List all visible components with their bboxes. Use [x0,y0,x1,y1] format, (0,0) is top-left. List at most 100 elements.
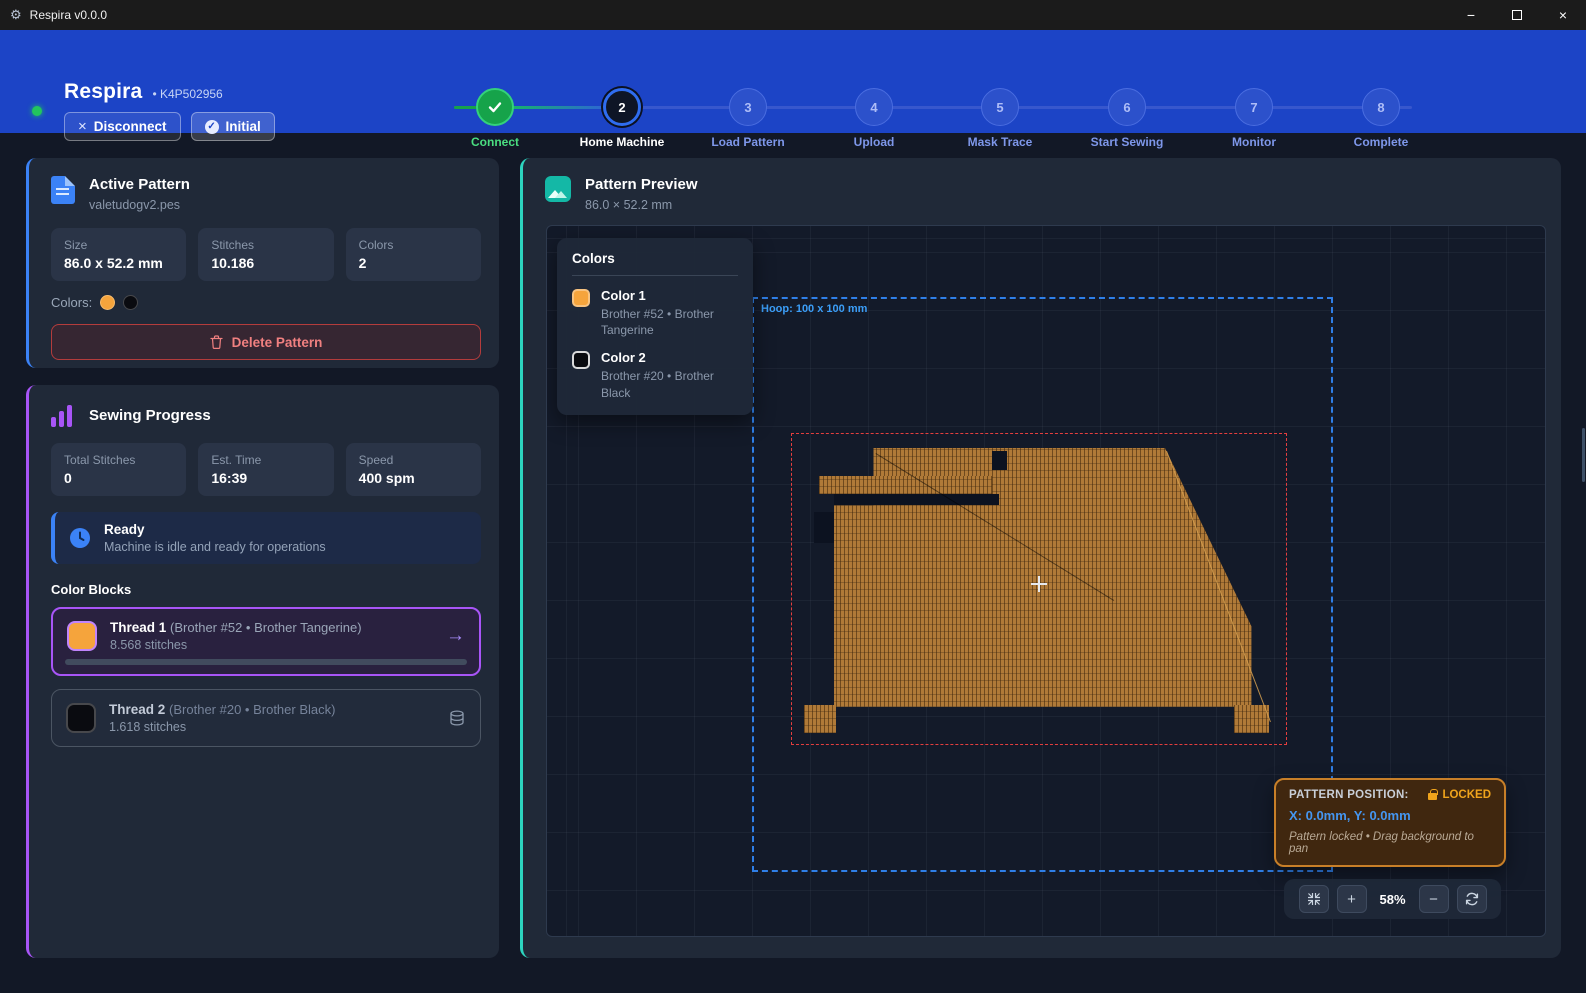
step-label: Mask Trace [945,135,1055,149]
delete-pattern-button[interactable]: Delete Pattern [51,324,481,360]
lock-icon [1428,793,1437,800]
pattern-position-label: PATTERN POSITION: [1289,789,1409,801]
colors-overlay-title: Colors [572,251,738,276]
step-label: Home Machine [567,135,677,149]
stat-value: 86.0 x 52.2 mm [64,255,173,271]
colors-label: Colors: [51,295,92,310]
hoop-label: Hoop: 100 x 100 mm [761,303,867,315]
window-controls: − × [1448,0,1586,30]
color-item-2: Color 2 Brother #20 • Brother Black [572,350,738,400]
stat-value: 0 [64,470,173,486]
thread-block-1[interactable]: Thread 1 (Brother #52 • Brother Tangerin… [51,607,481,676]
stitch-left-foot [804,705,836,733]
scrollbar-thumb[interactable] [1582,428,1585,482]
stepper-step-complete[interactable]: 8 Complete [1326,88,1436,149]
fit-view-button[interactable] [1299,885,1329,913]
app-icon: ⚙ [10,7,22,23]
step-number: 2 [603,88,641,126]
status-title: Ready [104,522,326,537]
stat-total-stitches: Total Stitches 0 [51,443,186,496]
step-number: 7 [1235,88,1273,126]
status-description: Machine is idle and ready for operations [104,540,326,554]
stat-est-time: Est. Time 16:39 [198,443,333,496]
active-pattern-card: Active Pattern valetudogv2.pes Size 86.0… [26,158,499,368]
active-pattern-title: Active Pattern [89,176,190,193]
color-item-1: Color 1 Brother #52 • Brother Tangerine [572,288,738,338]
stitch-right-foot [1234,705,1269,733]
color-swatch-tangerine [100,295,115,310]
color-swatch-black [123,295,138,310]
thread2-name: Thread 2 (Brother #20 • Brother Black) [109,702,335,717]
stepper-step-load-pattern[interactable]: 3 Load Pattern [693,88,803,149]
app-window: ⚙ Respira v0.0.0 − × Respira • K4P502956… [0,0,1586,993]
stat-value: 2 [359,255,468,271]
color2-name: Color 2 [601,350,738,365]
pattern-lock-hint: Pattern locked • Drag background to pan [1289,831,1491,855]
zoom-out-button[interactable]: − [1419,885,1449,913]
maximize-icon [1512,10,1522,20]
step-label: Load Pattern [693,135,803,149]
stat-label: Stitches [211,238,320,252]
image-icon [545,176,571,202]
step-number: 5 [981,88,1019,126]
stepper-step-upload[interactable]: 4 Upload [819,88,929,149]
color2-description: Brother #20 • Brother Black [601,368,738,400]
stitch-dark-blob [814,512,834,543]
step-label: Connect [440,135,550,149]
stat-value: 10.186 [211,255,320,271]
step-label: Monitor [1199,135,1309,149]
stitch-dark-notch [992,451,1007,470]
stat-value: 400 spm [359,470,468,486]
thread1-name: Thread 1 (Brother #52 • Brother Tangerin… [110,620,362,635]
pattern-position-overlay: PATTERN POSITION: LOCKED X: 0.0mm, Y: 0.… [1274,778,1506,867]
thread2-stitches: 1.618 stitches [109,720,335,734]
minimize-button[interactable]: − [1448,0,1494,30]
stepper-step-home-machine[interactable]: 2 Home Machine [567,88,677,149]
stat-stitches: Stitches 10.186 [198,228,333,281]
locked-badge: LOCKED [1428,789,1491,801]
pattern-filename: valetudogv2.pes [89,198,190,212]
sewing-stats: Total Stitches 0 Est. Time 16:39 Speed 4… [29,427,499,496]
app-title: Respira v0.0.0 [30,8,107,22]
app-header: Respira • K4P502956 × Disconnect ✓ Initi… [0,30,1586,133]
file-icon [51,176,75,204]
zoom-in-button[interactable]: + [1337,885,1367,913]
titlebar: ⚙ Respira v0.0.0 − × [0,0,1586,30]
pattern-dimensions: 86.0 × 52.2 mm [585,198,698,212]
step-label: Upload [819,135,929,149]
pattern-preview-title: Pattern Preview [585,176,698,193]
maximize-button[interactable] [1494,0,1540,30]
stat-label: Colors [359,238,468,252]
machine-status-banner: Ready Machine is idle and ready for oper… [51,512,481,564]
zoom-toolbar: + 58% − [1284,879,1501,919]
color1-description: Brother #52 • Brother Tangerine [601,306,738,338]
stepper-step-monitor[interactable]: 7 Monitor [1199,88,1309,149]
stitch-dark-bar [834,494,999,505]
workflow-stepper: Connect 2 Home Machine 3 Load Pattern 4 … [0,30,1586,133]
thread1-stitches: 8.568 stitches [110,638,362,652]
stepper-step-start-sewing[interactable]: 6 Start Sewing [1072,88,1182,149]
bar-chart-icon [51,403,75,427]
pattern-coordinates: X: 0.0mm, Y: 0.0mm [1289,808,1491,823]
sewing-progress-card: Sewing Progress Total Stitches 0 Est. Ti… [26,385,499,958]
color-blocks-label: Color Blocks [29,564,499,597]
stitch-left-bar [819,476,992,495]
reset-view-button[interactable] [1457,885,1487,913]
stat-speed: Speed 400 spm [346,443,481,496]
stat-colors: Colors 2 [346,228,481,281]
delete-pattern-label: Delete Pattern [232,335,323,350]
pattern-boundary[interactable] [791,433,1287,745]
layers-stack-icon [448,709,466,727]
preview-canvas[interactable]: Hoop: 100 x 100 mm Colors [546,225,1546,937]
stat-label: Total Stitches [64,453,173,467]
close-button[interactable]: × [1540,0,1586,30]
stepper-step-mask-trace[interactable]: 5 Mask Trace [945,88,1055,149]
arrow-right-icon: → [446,625,465,647]
pattern-preview-panel: Pattern Preview 86.0 × 52.2 mm Hoop: 100… [520,158,1561,958]
stepper-step-connect[interactable]: Connect [440,88,550,149]
step-label: Complete [1326,135,1436,149]
stat-label: Speed [359,453,468,467]
thread-block-2[interactable]: Thread 2 (Brother #20 • Brother Black) 1… [51,689,481,747]
step-label: Start Sewing [1072,135,1182,149]
zoom-level: 58% [1375,892,1411,907]
